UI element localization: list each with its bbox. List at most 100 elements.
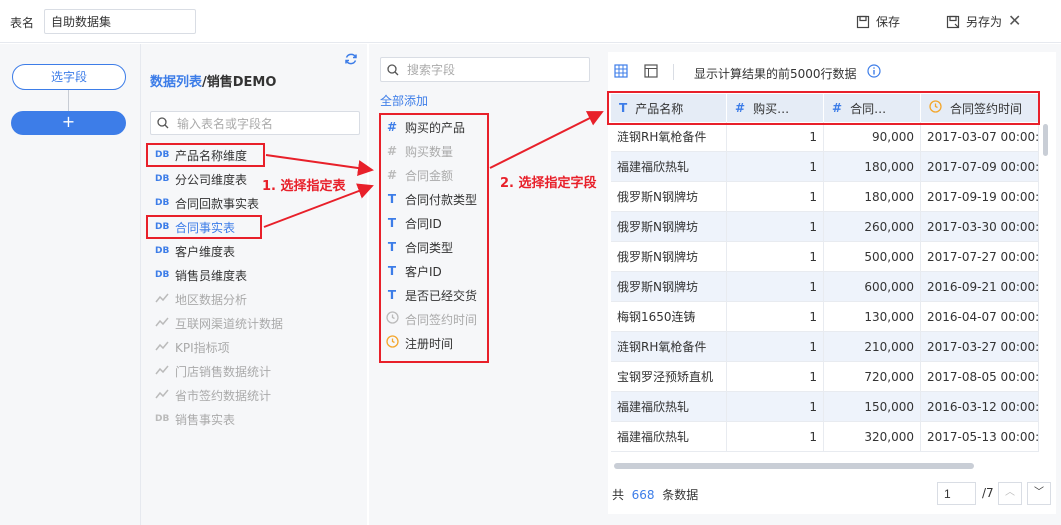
table-row: 涟钢RH氧枪备件190,0002017-03-07 00:00:00 — [611, 122, 1039, 152]
table-cell: 2017-03-07 00:00:00 — [921, 122, 1039, 152]
table-cell: 2016-09-21 00:00:00 — [921, 272, 1039, 302]
table-cell: 1 — [727, 422, 824, 452]
table-item[interactable]: 省市签约数据统计 — [155, 386, 271, 404]
preview-table-body: 涟钢RH氧枪备件190,0002017-03-07 00:00:00福建福欣热轧… — [611, 122, 1039, 454]
info-icon[interactable] — [867, 64, 881, 82]
table-row: 俄罗斯N钢牌坊1600,0002016-09-21 00:00:00 — [611, 272, 1039, 302]
database-icon: DB — [155, 270, 170, 280]
field-search-input[interactable]: 搜索字段 — [380, 57, 590, 82]
table-list-title: 数据列表/销售DEMO — [150, 71, 276, 90]
horizontal-scrollbar[interactable] — [614, 463, 974, 469]
table-item[interactable]: 互联网渠道统计数据 — [155, 314, 283, 332]
table-row: 宝钢罗泾预矫直机1720,0002017-08-05 00:00:00 — [611, 362, 1039, 392]
analysis-icon — [155, 316, 169, 331]
record-count-suffix: 条数据 — [662, 488, 699, 502]
annotation-box-table-1 — [146, 143, 265, 167]
table-item[interactable]: DB 销售员维度表 — [155, 266, 247, 284]
table-cell: 涟钢RH氧枪备件 — [611, 332, 727, 362]
add-step-button[interactable]: + — [11, 111, 126, 135]
table-cell: 梅钢1650连铸 — [611, 302, 727, 332]
table-cell: 1 — [727, 362, 824, 392]
prev-page-button[interactable]: ︿ — [998, 482, 1022, 505]
analysis-icon — [155, 292, 169, 307]
table-search-input[interactable]: 输入表名或字段名 — [150, 111, 360, 135]
add-all-fields-link[interactable]: 全部添加 — [380, 92, 428, 109]
table-cell: 2016-04-07 00:00:00 — [921, 302, 1039, 332]
table-cell: 600,000 — [824, 272, 921, 302]
table-cell: 2017-03-27 00:00:00 — [921, 332, 1039, 362]
table-cell: 俄罗斯N钢牌坊 — [611, 182, 727, 212]
table-item-label: 销售员维度表 — [175, 268, 248, 283]
table-cell: 1 — [727, 392, 824, 422]
table-item-label: 分公司维度表 — [175, 172, 248, 187]
table-cell: 260,000 — [824, 212, 921, 242]
table-item[interactable]: KPI指标项 — [155, 338, 230, 356]
save-button[interactable]: 保存 — [856, 13, 900, 30]
table-item-label: 销售事实表 — [175, 412, 236, 427]
table-item[interactable]: DB 分公司维度表 — [155, 170, 247, 188]
table-list-title-link[interactable]: 数据列表 — [150, 75, 202, 90]
table-cell: 俄罗斯N钢牌坊 — [611, 242, 727, 272]
table-cell: 涟钢RH氧枪备件 — [611, 122, 727, 152]
table-cell: 2017-09-19 00:00:00 — [921, 182, 1039, 212]
table-row: 福建福欣热轧1180,0002017-07-09 00:00:00 — [611, 152, 1039, 182]
annotation-box-columns — [607, 91, 1040, 125]
table-cell: 福建福欣热轧 — [611, 152, 727, 182]
table-item[interactable]: DB 客户维度表 — [155, 242, 235, 260]
record-count-value: 668 — [631, 488, 655, 502]
table-cell: 2017-07-09 00:00:00 — [921, 152, 1039, 182]
table-cell: 90,000 — [824, 122, 921, 152]
table-item[interactable]: DB 销售事实表 — [155, 410, 235, 428]
table-row: 俄罗斯N钢牌坊1180,0002017-09-19 00:00:00 — [611, 182, 1039, 212]
table-cell: 1 — [727, 212, 824, 242]
table-cell: 1 — [727, 302, 824, 332]
table-cell: 2017-07-27 00:00:00 — [921, 242, 1039, 272]
select-fields-step-button[interactable]: 选字段 — [12, 64, 126, 90]
table-cell: 1 — [727, 122, 824, 152]
table-item[interactable]: 地区数据分析 — [155, 290, 247, 308]
table-item-label: 地区数据分析 — [175, 292, 248, 307]
table-list-title-package: /销售DEMO — [202, 75, 277, 90]
table-cell: 720,000 — [824, 362, 921, 392]
analysis-icon — [155, 364, 169, 379]
structure-view-icon[interactable] — [644, 64, 658, 82]
save-as-icon — [946, 15, 960, 28]
record-count: 共 668 条数据 — [612, 486, 698, 503]
table-item-label: 互联网渠道统计数据 — [175, 316, 284, 331]
refresh-icon[interactable] — [344, 52, 358, 70]
next-page-button[interactable]: ﹀ — [1027, 482, 1051, 505]
vertical-scrollbar[interactable] — [1043, 124, 1048, 156]
page-total: /7 — [982, 486, 994, 500]
analysis-icon — [155, 388, 169, 403]
table-search-placeholder: 输入表名或字段名 — [177, 116, 274, 131]
table-cell: 130,000 — [824, 302, 921, 332]
annotation-step2-text: 2. 选择指定字段 — [500, 176, 597, 191]
table-cell: 1 — [727, 152, 824, 182]
table-row: 福建福欣热轧1150,0002016-03-12 00:00:00 — [611, 392, 1039, 422]
table-item-label: 门店销售数据统计 — [175, 364, 272, 379]
table-item-label: KPI指标项 — [175, 340, 230, 355]
table-cell: 2017-08-05 00:00:00 — [921, 362, 1039, 392]
search-icon — [157, 117, 169, 129]
save-label: 保存 — [876, 15, 901, 29]
table-cell: 2017-05-13 00:00:00 — [921, 422, 1039, 452]
table-cell: 俄罗斯N钢牌坊 — [611, 212, 727, 242]
step-connector — [68, 90, 69, 112]
table-item[interactable]: 门店销售数据统计 — [155, 362, 271, 380]
table-cell: 1 — [727, 182, 824, 212]
close-icon[interactable]: ✕ — [1008, 11, 1021, 30]
save-as-button[interactable]: 另存为 — [946, 13, 1002, 30]
table-cell: 210,000 — [824, 332, 921, 362]
table-cell: 1 — [727, 332, 824, 362]
table-cell: 宝钢罗泾预矫直机 — [611, 362, 727, 392]
table-item[interactable]: DB 合同回款事实表 — [155, 194, 259, 212]
database-icon: DB — [155, 414, 170, 424]
chevron-down-icon: ﹀ — [1034, 487, 1044, 498]
table-cell: 2016-03-12 00:00:00 — [921, 392, 1039, 422]
annotation-box-table-2 — [146, 215, 262, 239]
table-view-icon[interactable] — [614, 64, 628, 82]
save-icon — [856, 15, 870, 28]
table-cell: 180,000 — [824, 182, 921, 212]
table-name-input[interactable] — [44, 9, 196, 34]
page-number-input[interactable] — [937, 482, 976, 505]
